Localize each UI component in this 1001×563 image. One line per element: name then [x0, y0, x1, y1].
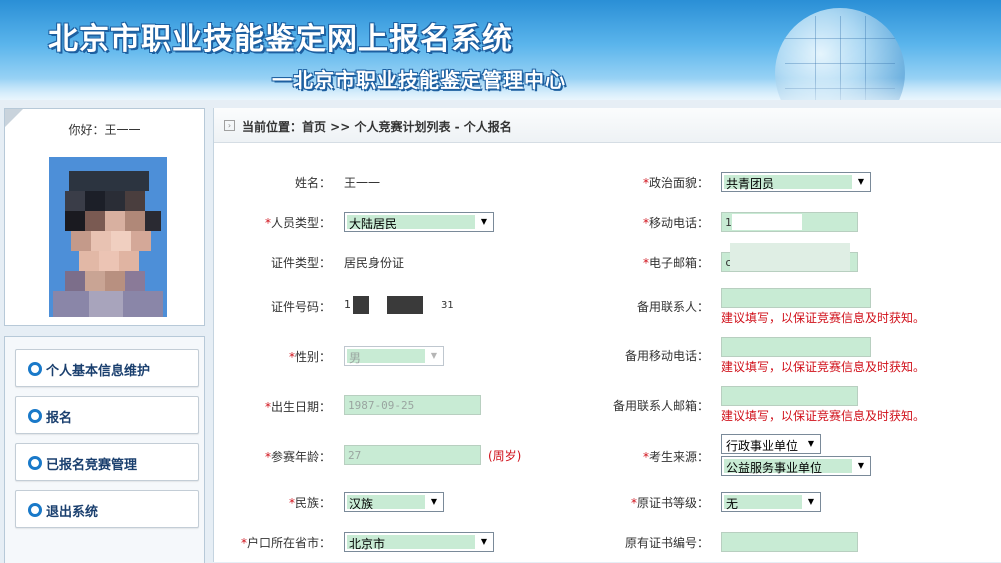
avatar — [49, 157, 167, 317]
backup-mobile-input[interactable] — [721, 337, 871, 357]
greeting-text: 你好：王一一 — [68, 123, 141, 137]
label-person-type: *人员类型： — [264, 216, 331, 230]
label-age: *参赛年龄： — [264, 450, 331, 464]
label-backup-mobile: 备用移动电话： — [624, 349, 709, 363]
label-original-cert-number: 原有证书编号： — [624, 536, 709, 550]
menu-item-label: 报名 — [46, 411, 73, 426]
menu-item-label: 退出系统 — [46, 505, 99, 520]
ethnicity-select[interactable]: 汉族 ▼ — [344, 492, 444, 512]
birth-date-input[interactable]: 1987-09-25 — [344, 395, 481, 415]
person-type-select[interactable]: 大陆居民 ▼ — [344, 212, 494, 232]
menu-item-label: 个人基本信息维护 — [46, 364, 151, 379]
dropdown-arrow-icon: ▼ — [430, 351, 438, 360]
original-cert-number-input[interactable] — [721, 532, 858, 552]
menu-item-registered-competitions[interactable]: 已报名竞赛管理 — [15, 443, 199, 481]
dropdown-arrow-icon: ▼ — [430, 497, 438, 506]
breadcrumb-bar: › 当前位置：首页 >> 个人竞赛计划列表 - 个人报名 — [214, 108, 1001, 143]
gender-select[interactable]: 男 ▼ — [344, 346, 444, 366]
redaction-block — [387, 296, 423, 314]
original-cert-level-select[interactable]: 无 ▼ — [721, 492, 821, 512]
value-id-number-suffix: 31 — [441, 300, 454, 311]
label-birth-date: *出生日期： — [264, 400, 331, 414]
site-subtitle: 一北京市职业技能鉴定管理中心 — [272, 68, 566, 92]
hint-backup-contact: 建议填写，以保证竞赛信息及时获知。 — [721, 311, 926, 325]
menu-item-register[interactable]: 报名 — [15, 396, 199, 434]
radio-dot-icon — [28, 362, 42, 376]
radio-dot-icon — [28, 503, 42, 517]
dropdown-arrow-icon: ▼ — [480, 217, 488, 226]
label-original-cert-level: *原证书等级： — [630, 496, 709, 510]
dropdown-arrow-icon: ▼ — [807, 439, 815, 448]
main-content: › 当前位置：首页 >> 个人竞赛计划列表 - 个人报名 姓名： 王一一 *人员… — [213, 108, 1001, 562]
label-email: *电子邮箱： — [642, 256, 709, 270]
label-backup-contact: 备用联系人： — [636, 300, 709, 314]
nav-menu: 个人基本信息维护 报名 已报名竞赛管理 退出系统 — [4, 336, 205, 563]
dropdown-arrow-icon: ▼ — [480, 537, 488, 546]
hint-backup-mobile: 建议填写，以保证竞赛信息及时获知。 — [721, 360, 926, 374]
value-id-type: 居民身份证 — [344, 256, 405, 270]
site-title: 北京市职业技能鉴定网上报名系统 — [48, 22, 513, 57]
header-banner: 北京市职业技能鉴定网上报名系统 一北京市职业技能鉴定管理中心 — [0, 0, 1001, 100]
dropdown-arrow-icon: ▼ — [857, 177, 865, 186]
label-candidate-source: *考生来源： — [642, 450, 709, 464]
radio-dot-icon — [28, 456, 42, 470]
menu-item-logout[interactable]: 退出系统 — [15, 490, 199, 528]
label-ethnicity: *民族： — [288, 496, 331, 510]
candidate-source-select[interactable]: 行政事业单位 ▼ — [721, 434, 821, 454]
redaction-block — [353, 296, 369, 314]
breadcrumb: 当前位置：首页 >> 个人竞赛计划列表 - 个人报名 — [242, 120, 512, 134]
label-id-number: 证件号码： — [270, 300, 331, 314]
hint-backup-email: 建议填写，以保证竞赛信息及时获知。 — [721, 409, 926, 423]
label-mobile: *移动电话： — [642, 216, 709, 230]
age-input[interactable]: 27 — [344, 445, 481, 465]
candidate-source-subselect[interactable]: 公益服务事业单位 ▼ — [721, 456, 871, 476]
menu-item-label: 已报名竞赛管理 — [46, 458, 138, 473]
label-id-type: 证件类型： — [270, 256, 331, 270]
age-unit: (周岁) — [488, 449, 522, 463]
label-gender: *性别： — [288, 350, 331, 364]
radio-dot-icon — [28, 409, 42, 423]
dropdown-arrow-icon: ▼ — [807, 497, 815, 506]
political-status-select[interactable]: 共青团员 ▼ — [721, 172, 871, 192]
profile-panel: 你好：王一一 — [4, 108, 205, 326]
backup-email-input[interactable] — [721, 386, 858, 406]
menu-item-profile[interactable]: 个人基本信息维护 — [15, 349, 199, 387]
backup-contact-input[interactable] — [721, 288, 871, 308]
value-name: 王一一 — [344, 176, 381, 190]
label-political-status: *政治面貌： — [642, 176, 709, 190]
household-province-select[interactable]: 北京市 ▼ — [344, 532, 494, 552]
label-name: 姓名： — [294, 176, 331, 190]
label-backup-email: 备用联系人邮箱： — [612, 399, 709, 413]
mobile-input[interactable]: 1 — [721, 212, 858, 232]
label-household-province: *户口所在省市： — [240, 536, 331, 550]
value-id-number-prefix: 1 — [344, 298, 351, 311]
dropdown-arrow-icon: ▼ — [857, 461, 865, 470]
chevron-right-icon: › — [224, 120, 235, 131]
email-input[interactable]: c — [721, 243, 858, 272]
